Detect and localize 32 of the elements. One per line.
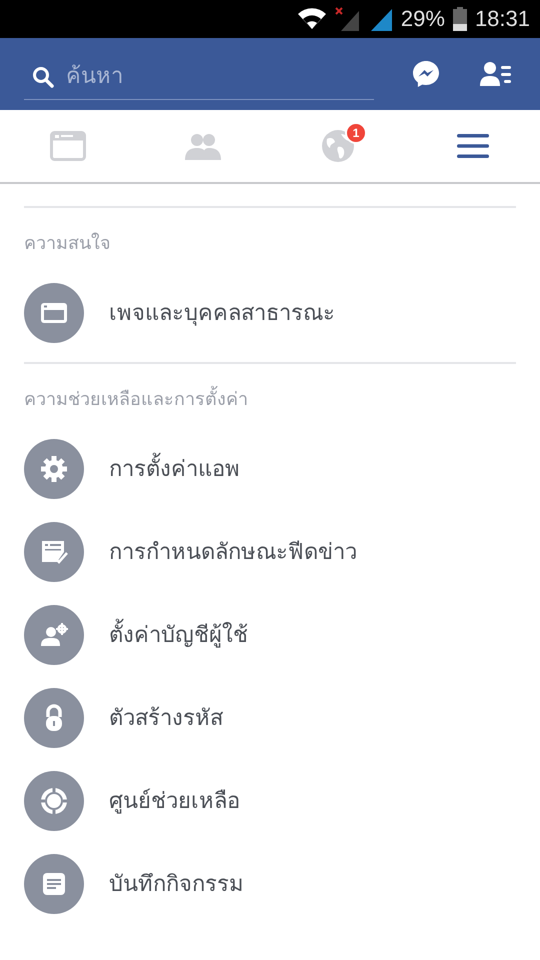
wifi-icon <box>296 8 327 30</box>
battery-percent: 29% <box>400 6 445 32</box>
section-heading: ความสนใจ <box>23 232 112 256</box>
menu-item[interactable]: ตัวสร้างรหัส <box>0 676 540 759</box>
section-heading: ความช่วยเหลือและการตั้งค่า <box>0 364 540 427</box>
search-field[interactable]: ค้นหา <box>64 63 374 90</box>
menu-item[interactable]: ตั้งค่าบัญชีผู้ใช้ <box>0 593 540 676</box>
user-gear-icon <box>24 604 84 664</box>
friend-requests-icon[interactable] <box>480 61 512 87</box>
menu-item[interactable]: บันทึกกิจกรรม <box>0 842 540 925</box>
menu-icon <box>456 133 490 159</box>
friends-icon <box>184 132 220 160</box>
note-icon <box>24 854 84 914</box>
messenger-icon[interactable] <box>412 60 440 88</box>
menu-item[interactable]: การตั้งค่าแอพ <box>0 427 540 510</box>
checklist-icon <box>24 522 84 582</box>
nav-tab[interactable]: 1 <box>270 110 405 182</box>
notification-badge: 1 <box>345 122 367 144</box>
search-icon <box>32 66 54 88</box>
menu-item[interactable]: เพจและบุคคลสาธารณะ <box>0 271 540 354</box>
signal-icon <box>368 7 393 31</box>
menu-item[interactable]: การกำหนดลักษณะฟีดข่าว <box>0 510 540 593</box>
no-signal-icon <box>334 7 361 31</box>
globe-icon <box>320 129 354 163</box>
feed-icon <box>50 131 86 161</box>
clock: 18:31 <box>474 6 530 32</box>
lifebuoy-icon <box>24 770 84 830</box>
gear-icon <box>24 438 84 498</box>
lock-icon <box>24 688 84 748</box>
menu-item[interactable]: ศูนย์ช่วยเหลือ <box>0 759 540 842</box>
browser-window-icon <box>24 282 84 342</box>
battery-icon <box>452 7 467 31</box>
